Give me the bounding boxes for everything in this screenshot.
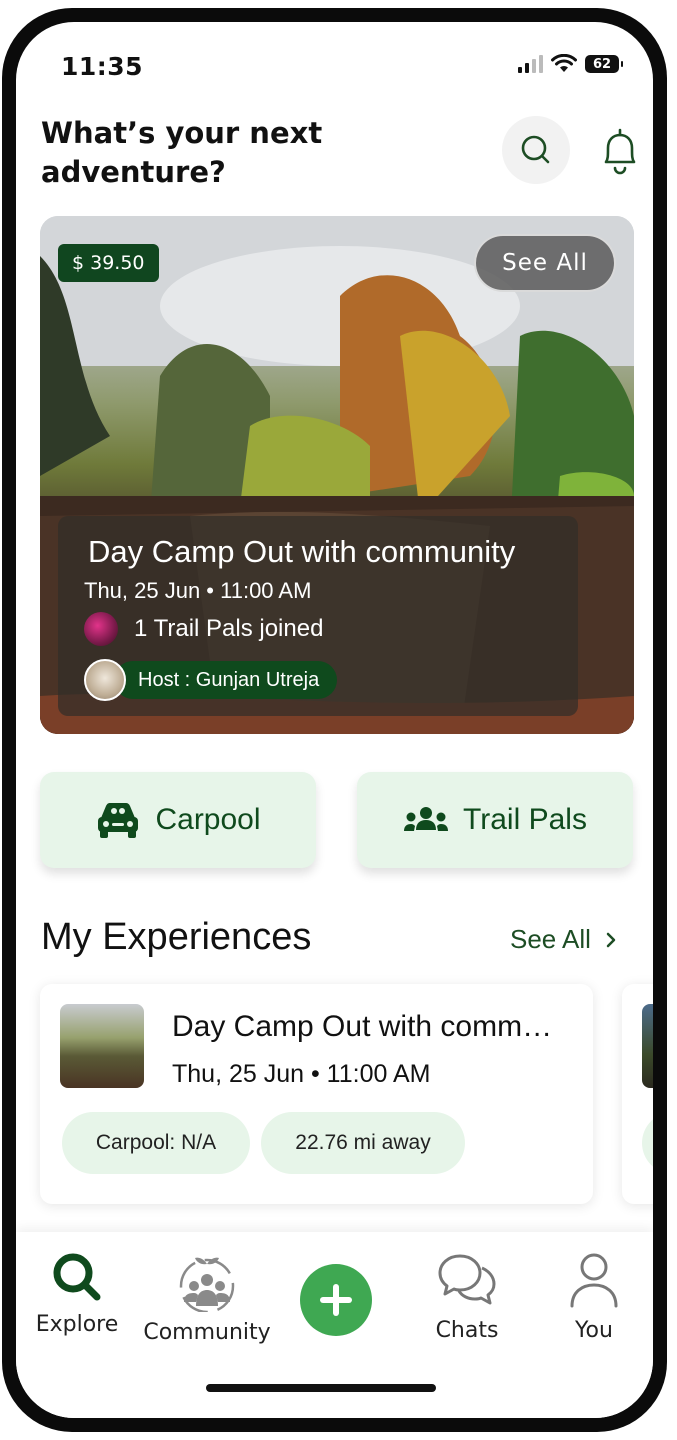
price-badge: $ 39.50 xyxy=(58,244,159,282)
wifi-icon xyxy=(551,54,577,72)
experience-date: Thu, 25 Jun • 11:00 AM xyxy=(172,1060,431,1088)
event-title: Day Camp Out with community xyxy=(88,534,516,569)
host-avatar xyxy=(84,659,126,701)
person-icon xyxy=(570,1253,618,1308)
nav-explore[interactable]: Explore xyxy=(36,1250,118,1337)
phone-frame: 11:35 62 What’s your next adventure? $ 3… xyxy=(2,8,667,1432)
nav-you-label: You xyxy=(575,1318,613,1343)
joined-count: 1 Trail Pals joined xyxy=(134,615,324,642)
experiences-see-all-link[interactable]: See All xyxy=(510,924,617,955)
trail-pals-button[interactable]: Trail Pals xyxy=(357,772,633,868)
app-screen: 11:35 62 What’s your next adventure? $ 3… xyxy=(16,22,653,1418)
experience-title: Day Camp Out with comm… xyxy=(172,1010,553,1043)
section-title: My Experiences xyxy=(41,916,312,958)
page-title: What’s your next adventure? xyxy=(41,116,323,189)
battery-indicator: 62 xyxy=(585,55,623,73)
nav-community-label: Community xyxy=(143,1320,271,1345)
plus-icon xyxy=(320,1284,352,1316)
nav-you[interactable]: You xyxy=(564,1250,624,1343)
nav-community[interactable]: Community xyxy=(143,1250,271,1345)
featured-event-card[interactable]: $ 39.50 See All Day Camp Out with commun… xyxy=(40,216,634,734)
bell-icon xyxy=(604,128,636,175)
host-badge: Host : Gunjan Utreja xyxy=(114,661,338,699)
host-row[interactable]: Host : Gunjan Utreja xyxy=(84,659,338,701)
joined-row: 1 Trail Pals joined xyxy=(84,612,323,646)
experience-card-next[interactable] xyxy=(622,984,653,1204)
status-icons: 62 xyxy=(518,54,623,74)
carpool-chip: Carpool: N/A xyxy=(62,1112,250,1174)
home-indicator[interactable] xyxy=(206,1384,436,1392)
nav-chats[interactable]: Chats xyxy=(428,1250,506,1343)
carpool-label: Carpool xyxy=(155,803,261,836)
experience-thumbnail xyxy=(642,1004,653,1088)
chevron-right-icon xyxy=(606,932,616,947)
notifications-button[interactable] xyxy=(596,126,644,178)
explore-search-icon xyxy=(53,1253,101,1301)
carpool-button[interactable]: Carpool xyxy=(40,772,316,868)
chat-icon xyxy=(438,1254,496,1305)
community-icon xyxy=(179,1257,235,1312)
search-button[interactable] xyxy=(502,116,570,184)
signal-icon xyxy=(518,55,543,73)
avatar xyxy=(84,612,118,646)
car-icon xyxy=(98,803,139,838)
status-bar: 11:35 62 xyxy=(16,22,653,92)
featured-see-all-button[interactable]: See All xyxy=(474,234,616,292)
distance-chip: 22.76 mi away xyxy=(261,1112,465,1174)
event-info-panel: Day Camp Out with community Thu, 25 Jun … xyxy=(58,516,578,716)
chip xyxy=(642,1112,653,1174)
trail-pals-label: Trail Pals xyxy=(463,803,587,836)
group-icon xyxy=(404,807,449,831)
experience-thumbnail xyxy=(60,1004,144,1088)
event-date: Thu, 25 Jun • 11:00 AM xyxy=(84,578,312,603)
experience-card[interactable]: Day Camp Out with comm… Thu, 25 Jun • 11… xyxy=(40,984,593,1204)
nav-chats-label: Chats xyxy=(435,1318,499,1343)
create-button[interactable] xyxy=(300,1264,372,1336)
search-icon xyxy=(521,135,550,164)
nav-explore-label: Explore xyxy=(35,1312,119,1337)
status-time: 11:35 xyxy=(61,52,144,81)
see-all-label: See All xyxy=(510,924,591,954)
